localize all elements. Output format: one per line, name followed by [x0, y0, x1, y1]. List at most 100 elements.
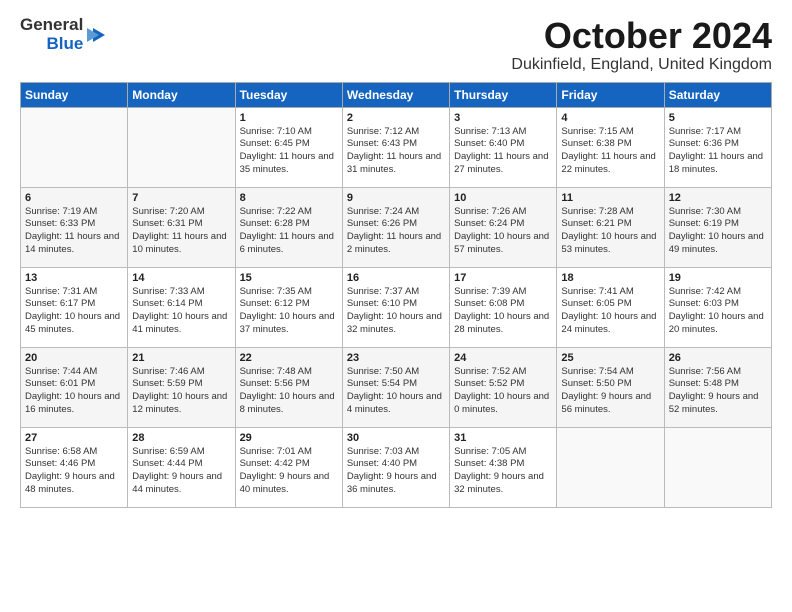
calendar-week-3: 13 Sunrise: 7:31 AM Sunset: 6:17 PM Dayli…: [21, 267, 772, 347]
day-number: 9: [347, 192, 445, 204]
calendar-cell: [21, 107, 128, 187]
day-info: Sunrise: 7:15 AM Sunset: 6:38 PM Dayligh…: [561, 126, 659, 177]
logo-blue: Blue: [46, 35, 83, 54]
calendar-cell: 2Sunrise: 7:12 AM Sunset: 6:43 PM Daylig…: [342, 107, 449, 187]
header-tuesday: Tuesday: [235, 82, 342, 107]
calendar-cell: 10 Sunrise: 7:26 AM Sunset: 6:24 PM Dayli…: [450, 187, 557, 267]
day-info: Sunrise: 7:50 AM Sunset: 5:54 PM Dayligh…: [347, 366, 445, 417]
calendar-cell: 9 Sunrise: 7:24 AM Sunset: 6:26 PM Daylig…: [342, 187, 449, 267]
day-number: 24: [454, 352, 552, 364]
day-number: 25: [561, 352, 659, 364]
day-number: 4: [561, 112, 659, 124]
day-number: 17: [454, 272, 552, 284]
location: Dukinfield, England, United Kingdom: [511, 56, 772, 74]
day-info: Sunrise: 7:56 AM Sunset: 5:48 PM Dayligh…: [669, 366, 767, 417]
day-info: Sunrise: 7:26 AM Sunset: 6:24 PM Dayligh…: [454, 206, 552, 257]
day-info: Sunrise: 7:10 AM Sunset: 6:45 PM Dayligh…: [240, 126, 338, 177]
day-info: Sunrise: 7:13 AM Sunset: 6:40 PM Dayligh…: [454, 126, 552, 177]
day-info: Sunrise: 7:42 AM Sunset: 6:03 PM Dayligh…: [669, 286, 767, 337]
day-info: Sunrise: 7:03 AM Sunset: 4:40 PM Dayligh…: [347, 446, 445, 497]
day-info: Sunrise: 7:17 AM Sunset: 6:36 PM Dayligh…: [669, 126, 767, 177]
header-wednesday: Wednesday: [342, 82, 449, 107]
day-number: 18: [561, 272, 659, 284]
day-number: 12: [669, 192, 767, 204]
logo-general: General: [20, 16, 83, 35]
day-number: 16: [347, 272, 445, 284]
calendar-cell: 16 Sunrise: 7:37 AM Sunset: 6:10 PM Dayli…: [342, 267, 449, 347]
header-sunday: Sunday: [21, 82, 128, 107]
day-info: Sunrise: 7:48 AM Sunset: 5:56 PM Dayligh…: [240, 366, 338, 417]
day-number: 21: [132, 352, 230, 364]
day-info: Sunrise: 7:22 AM Sunset: 6:28 PM Dayligh…: [240, 206, 338, 257]
day-info: Sunrise: 7:39 AM Sunset: 6:08 PM Dayligh…: [454, 286, 552, 337]
header-friday: Friday: [557, 82, 664, 107]
day-info: Sunrise: 7:44 AM Sunset: 6:01 PM Dayligh…: [25, 366, 123, 417]
calendar-cell: 27 Sunrise: 6:58 AM Sunset: 4:46 PM Dayli…: [21, 427, 128, 507]
day-info: Sunrise: 7:24 AM Sunset: 6:26 PM Dayligh…: [347, 206, 445, 257]
day-number: 5: [669, 112, 767, 124]
calendar-cell: 13 Sunrise: 7:31 AM Sunset: 6:17 PM Dayli…: [21, 267, 128, 347]
day-info: Sunrise: 7:41 AM Sunset: 6:05 PM Dayligh…: [561, 286, 659, 337]
month-title: October 2024: [511, 16, 772, 56]
calendar-cell: 31Sunrise: 7:05 AM Sunset: 4:38 PM Dayli…: [450, 427, 557, 507]
day-number: 15: [240, 272, 338, 284]
logo-icon: [85, 24, 107, 46]
calendar-cell: 30 Sunrise: 7:03 AM Sunset: 4:40 PM Dayli…: [342, 427, 449, 507]
day-number: 23: [347, 352, 445, 364]
calendar-cell: 8 Sunrise: 7:22 AM Sunset: 6:28 PM Daylig…: [235, 187, 342, 267]
day-number: 31: [454, 432, 552, 444]
day-info: Sunrise: 7:33 AM Sunset: 6:14 PM Dayligh…: [132, 286, 230, 337]
calendar-header-row: SundayMondayTuesdayWednesdayThursdayFrid…: [21, 82, 772, 107]
day-info: Sunrise: 6:58 AM Sunset: 4:46 PM Dayligh…: [25, 446, 123, 497]
header-saturday: Saturday: [664, 82, 771, 107]
calendar-cell: 11Sunrise: 7:28 AM Sunset: 6:21 PM Dayli…: [557, 187, 664, 267]
day-info: Sunrise: 7:46 AM Sunset: 5:59 PM Dayligh…: [132, 366, 230, 417]
day-number: 20: [25, 352, 123, 364]
calendar-cell: 7 Sunrise: 7:20 AM Sunset: 6:31 PM Daylig…: [128, 187, 235, 267]
calendar-cell: 1 Sunrise: 7:10 AM Sunset: 6:45 PM Daylig…: [235, 107, 342, 187]
calendar-cell: 29Sunrise: 7:01 AM Sunset: 4:42 PM Dayli…: [235, 427, 342, 507]
calendar-cell: 6Sunrise: 7:19 AM Sunset: 6:33 PM Daylig…: [21, 187, 128, 267]
calendar-cell: 18 Sunrise: 7:41 AM Sunset: 6:05 PM Dayli…: [557, 267, 664, 347]
day-info: Sunrise: 7:20 AM Sunset: 6:31 PM Dayligh…: [132, 206, 230, 257]
calendar-cell: 4 Sunrise: 7:15 AM Sunset: 6:38 PM Daylig…: [557, 107, 664, 187]
day-number: 1: [240, 112, 338, 124]
day-info: Sunrise: 7:52 AM Sunset: 5:52 PM Dayligh…: [454, 366, 552, 417]
calendar-cell: 15 Sunrise: 7:35 AM Sunset: 6:12 PM Dayli…: [235, 267, 342, 347]
day-number: 28: [132, 432, 230, 444]
day-info: Sunrise: 7:37 AM Sunset: 6:10 PM Dayligh…: [347, 286, 445, 337]
page-header: General Blue October 2024 Dukinfield, En…: [20, 16, 772, 74]
day-number: 27: [25, 432, 123, 444]
day-number: 19: [669, 272, 767, 284]
day-number: 7: [132, 192, 230, 204]
day-number: 26: [669, 352, 767, 364]
day-number: 8: [240, 192, 338, 204]
header-monday: Monday: [128, 82, 235, 107]
calendar-week-4: 20 Sunrise: 7:44 AM Sunset: 6:01 PM Dayli…: [21, 347, 772, 427]
calendar-cell: [128, 107, 235, 187]
title-block: October 2024 Dukinfield, England, United…: [511, 16, 772, 74]
calendar-week-5: 27 Sunrise: 6:58 AM Sunset: 4:46 PM Dayli…: [21, 427, 772, 507]
day-info: Sunrise: 7:12 AM Sunset: 6:43 PM Dayligh…: [347, 126, 445, 177]
day-info: Sunrise: 7:35 AM Sunset: 6:12 PM Dayligh…: [240, 286, 338, 337]
calendar-cell: 17 Sunrise: 7:39 AM Sunset: 6:08 PM Dayli…: [450, 267, 557, 347]
day-number: 13: [25, 272, 123, 284]
calendar-cell: 23 Sunrise: 7:50 AM Sunset: 5:54 PM Dayli…: [342, 347, 449, 427]
calendar-week-1: 1 Sunrise: 7:10 AM Sunset: 6:45 PM Daylig…: [21, 107, 772, 187]
calendar-cell: 28 Sunrise: 6:59 AM Sunset: 4:44 PM Dayli…: [128, 427, 235, 507]
calendar-cell: 26 Sunrise: 7:56 AM Sunset: 5:48 PM Dayli…: [664, 347, 771, 427]
calendar-cell: 12 Sunrise: 7:30 AM Sunset: 6:19 PM Dayli…: [664, 187, 771, 267]
calendar-cell: 25Sunrise: 7:54 AM Sunset: 5:50 PM Dayli…: [557, 347, 664, 427]
calendar-cell: 19 Sunrise: 7:42 AM Sunset: 6:03 PM Dayli…: [664, 267, 771, 347]
day-info: Sunrise: 6:59 AM Sunset: 4:44 PM Dayligh…: [132, 446, 230, 497]
day-number: 10: [454, 192, 552, 204]
day-number: 6: [25, 192, 123, 204]
day-number: 30: [347, 432, 445, 444]
day-info: Sunrise: 7:28 AM Sunset: 6:21 PM Dayligh…: [561, 206, 659, 257]
day-info: Sunrise: 7:31 AM Sunset: 6:17 PM Dayligh…: [25, 286, 123, 337]
day-info: Sunrise: 7:30 AM Sunset: 6:19 PM Dayligh…: [669, 206, 767, 257]
logo: General Blue: [20, 16, 107, 53]
calendar-week-2: 6Sunrise: 7:19 AM Sunset: 6:33 PM Daylig…: [21, 187, 772, 267]
calendar-cell: 22 Sunrise: 7:48 AM Sunset: 5:56 PM Dayli…: [235, 347, 342, 427]
day-number: 22: [240, 352, 338, 364]
